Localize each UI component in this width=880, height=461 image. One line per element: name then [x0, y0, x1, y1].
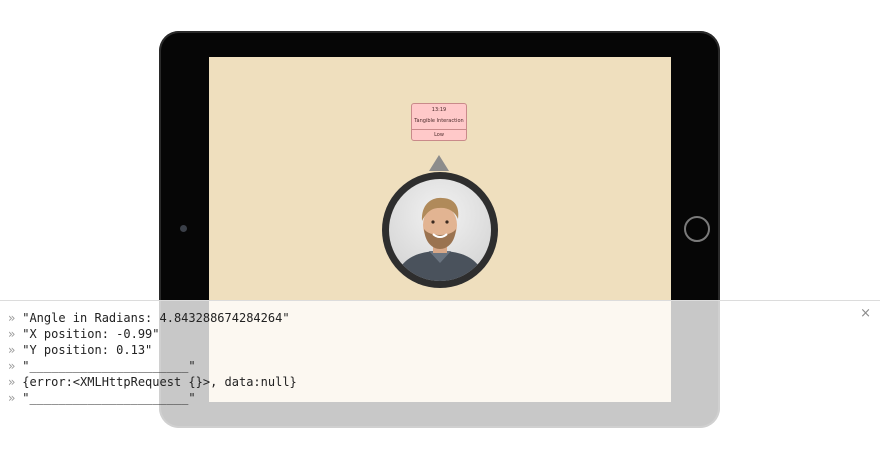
interaction-card[interactable]: 13:19 Tangible Interaction Low: [411, 103, 467, 141]
debug-console: × » "Angle in Radians: 4.843288674284264"…: [0, 300, 880, 461]
pointer-triangle-icon: [429, 155, 449, 171]
card-time: 13:19: [431, 107, 447, 113]
console-line-text: "Angle in Radians: 4.843288674284264": [22, 311, 290, 325]
chevron-right-icon: »: [8, 343, 16, 357]
home-button[interactable]: [684, 216, 710, 242]
avatar: [389, 179, 491, 281]
chevron-right-icon: »: [8, 311, 16, 325]
console-line-text: "X position: -0.99": [22, 327, 160, 341]
front-camera: [180, 225, 187, 232]
close-icon[interactable]: ×: [860, 306, 871, 321]
console-log: » "Angle in Radians: 4.843288674284264" »…: [8, 310, 297, 406]
console-line: » "Y position: 0.13": [8, 342, 297, 358]
profile-photo-icon: [395, 197, 485, 281]
console-line: » "X position: -0.99": [8, 326, 297, 342]
console-line-text: "______________________": [22, 391, 196, 405]
card-divider: [412, 129, 466, 130]
chevron-right-icon: »: [8, 327, 16, 341]
console-line: » {error:<XMLHttpRequest {}>, data:null}: [8, 374, 297, 390]
avatar-ring[interactable]: [382, 172, 498, 288]
console-line: » "______________________": [8, 358, 297, 374]
chevron-right-icon: »: [8, 391, 16, 405]
chevron-right-icon: »: [8, 375, 16, 389]
console-line: » "Angle in Radians: 4.843288674284264": [8, 310, 297, 326]
console-line-text: "______________________": [22, 359, 196, 373]
card-title: Tangible Interaction: [414, 118, 464, 124]
chevron-right-icon: »: [8, 359, 16, 373]
console-line-text: {error:<XMLHttpRequest {}>, data:null}: [22, 375, 297, 389]
console-line: » "______________________": [8, 390, 297, 406]
card-level: Low: [434, 132, 444, 138]
console-line-text: "Y position: 0.13": [22, 343, 153, 357]
